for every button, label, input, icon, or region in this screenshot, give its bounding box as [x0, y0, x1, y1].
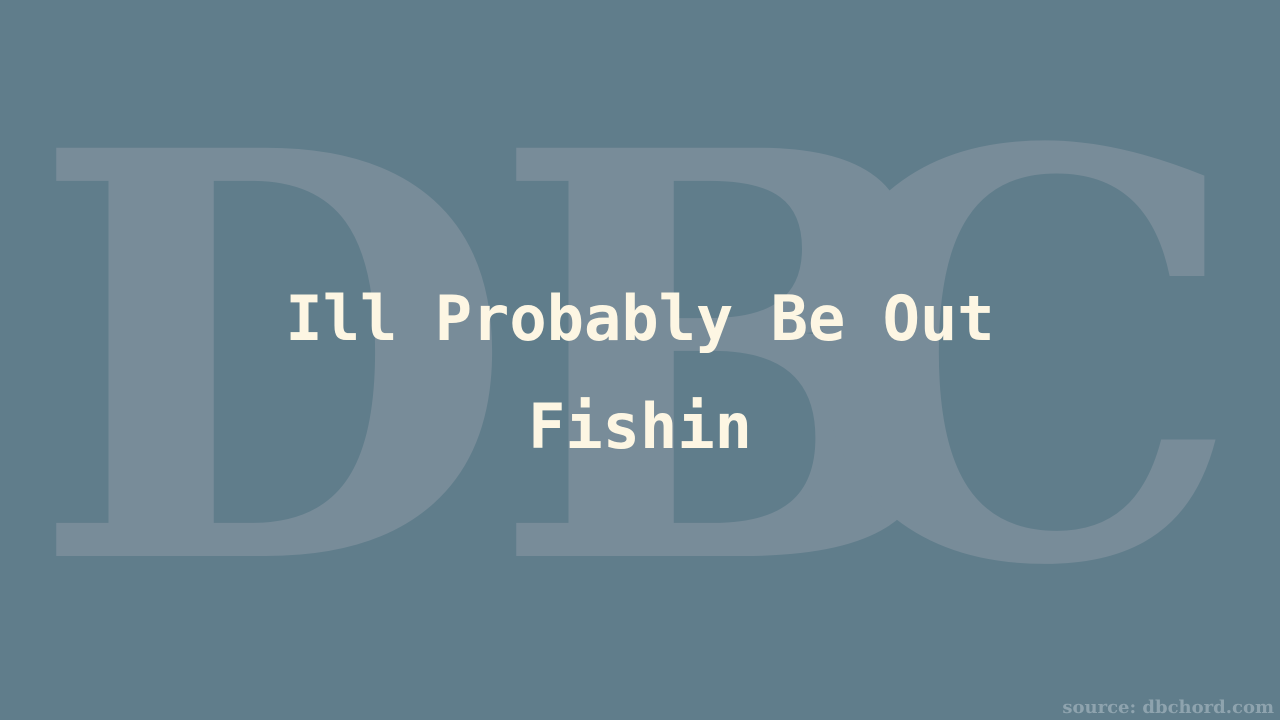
source-credit: source: dbchord.com: [1062, 697, 1274, 718]
song-title-line-1: Ill Probably Be Out: [285, 282, 995, 355]
song-title-line-2: Fishin: [528, 390, 752, 463]
song-title: Ill Probably Be Out Fishin: [140, 265, 1140, 481]
